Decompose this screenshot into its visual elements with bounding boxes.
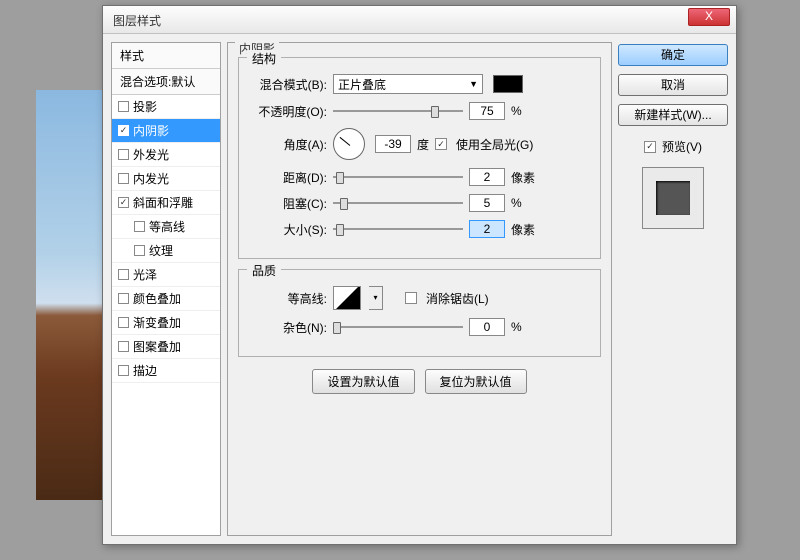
opacity-input[interactable]: 75 [469, 102, 505, 120]
opacity-slider[interactable] [333, 104, 463, 118]
style-item-11[interactable]: 描边 [112, 359, 220, 383]
preview-label: 预览(V) [662, 138, 702, 155]
shadow-color-swatch[interactable] [493, 75, 523, 93]
contour-label: 等高线: [251, 290, 327, 307]
style-item-checkbox[interactable] [134, 245, 145, 256]
noise-input[interactable]: 0 [469, 318, 505, 336]
settings-panel-wrap: 内阴影 结构 混合模式(B): 正片叠底 ▼ 不透明度(O): [227, 42, 612, 536]
style-item-label: 渐变叠加 [133, 314, 181, 331]
distance-unit: 像素 [511, 169, 539, 186]
antialias-checkbox[interactable] [405, 292, 417, 304]
style-item-label: 斜面和浮雕 [133, 194, 193, 211]
blend-mode-value: 正片叠底 [338, 76, 386, 93]
global-light-checkbox[interactable] [435, 138, 447, 150]
antialias-label: 消除锯齿(L) [426, 290, 489, 307]
blend-mode-combo[interactable]: 正片叠底 ▼ [333, 74, 483, 94]
style-item-10[interactable]: 图案叠加 [112, 335, 220, 359]
style-item-label: 纹理 [149, 242, 173, 259]
global-light-label: 使用全局光(G) [456, 136, 533, 153]
opacity-label: 不透明度(O): [251, 103, 327, 120]
style-item-7[interactable]: 光泽 [112, 263, 220, 287]
style-item-checkbox[interactable] [134, 221, 145, 232]
style-item-3[interactable]: 内发光 [112, 167, 220, 191]
opacity-unit: % [511, 104, 539, 118]
dropdown-icon: ▼ [469, 79, 478, 89]
style-item-label: 描边 [133, 362, 157, 379]
choke-unit: % [511, 196, 539, 210]
style-item-1[interactable]: 内阴影 [112, 119, 220, 143]
style-item-checkbox[interactable] [118, 125, 129, 136]
quality-group: 品质 等高线: ▾ 消除锯齿(L) 杂色(N): 0 % [238, 269, 601, 357]
style-item-checkbox[interactable] [118, 101, 129, 112]
style-item-checkbox[interactable] [118, 341, 129, 352]
style-item-checkbox[interactable] [118, 149, 129, 160]
choke-input[interactable]: 5 [469, 194, 505, 212]
contour-dropdown[interactable]: ▾ [369, 286, 383, 310]
structure-label: 结构 [247, 50, 281, 67]
noise-unit: % [511, 320, 539, 334]
style-item-label: 等高线 [149, 218, 185, 235]
style-item-6[interactable]: 纹理 [112, 239, 220, 263]
angle-dial[interactable] [333, 128, 365, 160]
quality-label: 品质 [247, 262, 281, 279]
style-item-label: 颜色叠加 [133, 290, 181, 307]
size-unit: 像素 [511, 221, 539, 238]
style-item-5[interactable]: 等高线 [112, 215, 220, 239]
reset-default-button[interactable]: 复位为默认值 [425, 369, 527, 394]
style-item-label: 外发光 [133, 146, 169, 163]
style-item-2[interactable]: 外发光 [112, 143, 220, 167]
style-item-checkbox[interactable] [118, 317, 129, 328]
angle-label: 角度(A): [251, 136, 327, 153]
choke-slider[interactable] [333, 196, 463, 210]
size-input[interactable]: 2 [469, 220, 505, 238]
close-button[interactable]: X [688, 8, 730, 26]
style-item-label: 图案叠加 [133, 338, 181, 355]
angle-input[interactable]: -39 [375, 135, 411, 153]
angle-unit: 度 [417, 136, 429, 153]
ok-button[interactable]: 确定 [618, 44, 728, 66]
style-item-label: 内发光 [133, 170, 169, 187]
choke-label: 阻塞(C): [251, 195, 327, 212]
size-label: 大小(S): [251, 221, 327, 238]
settings-panel: 内阴影 结构 混合模式(B): 正片叠底 ▼ 不透明度(O): [227, 42, 612, 536]
noise-slider[interactable] [333, 320, 463, 334]
style-item-label: 内阴影 [133, 122, 169, 139]
preview-swatch [656, 181, 690, 215]
distance-input[interactable]: 2 [469, 168, 505, 186]
structure-group: 结构 混合模式(B): 正片叠底 ▼ 不透明度(O): 75 % [238, 57, 601, 259]
close-icon: X [705, 9, 713, 23]
contour-picker[interactable] [333, 286, 361, 310]
dialog-body: 样式 混合选项:默认 投影内阴影外发光内发光斜面和浮雕等高线纹理光泽颜色叠加渐变… [103, 34, 736, 544]
style-item-checkbox[interactable] [118, 293, 129, 304]
new-style-button[interactable]: 新建样式(W)... [618, 104, 728, 126]
style-item-9[interactable]: 渐变叠加 [112, 311, 220, 335]
style-item-4[interactable]: 斜面和浮雕 [112, 191, 220, 215]
window-title: 图层样式 [113, 14, 161, 28]
distance-slider[interactable] [333, 170, 463, 184]
preview-checkbox[interactable] [644, 141, 656, 153]
style-item-checkbox[interactable] [118, 197, 129, 208]
style-item-label: 光泽 [133, 266, 157, 283]
style-item-checkbox[interactable] [118, 173, 129, 184]
style-item-checkbox[interactable] [118, 365, 129, 376]
blend-mode-label: 混合模式(B): [251, 76, 327, 93]
style-item-8[interactable]: 颜色叠加 [112, 287, 220, 311]
styles-header[interactable]: 样式 [112, 43, 220, 69]
blend-options-header[interactable]: 混合选项:默认 [112, 69, 220, 95]
style-item-0[interactable]: 投影 [112, 95, 220, 119]
layer-style-dialog: 图层样式 X 样式 混合选项:默认 投影内阴影外发光内发光斜面和浮雕等高线纹理光… [102, 5, 737, 545]
style-item-label: 投影 [133, 98, 157, 115]
preview-box [642, 167, 704, 229]
distance-label: 距离(D): [251, 169, 327, 186]
titlebar[interactable]: 图层样式 X [103, 6, 736, 34]
cancel-button[interactable]: 取消 [618, 74, 728, 96]
styles-list: 样式 混合选项:默认 投影内阴影外发光内发光斜面和浮雕等高线纹理光泽颜色叠加渐变… [111, 42, 221, 536]
set-default-button[interactable]: 设置为默认值 [312, 369, 414, 394]
right-column: 确定 取消 新建样式(W)... 预览(V) [618, 42, 728, 536]
noise-label: 杂色(N): [251, 319, 327, 336]
size-slider[interactable] [333, 222, 463, 236]
style-item-checkbox[interactable] [118, 269, 129, 280]
